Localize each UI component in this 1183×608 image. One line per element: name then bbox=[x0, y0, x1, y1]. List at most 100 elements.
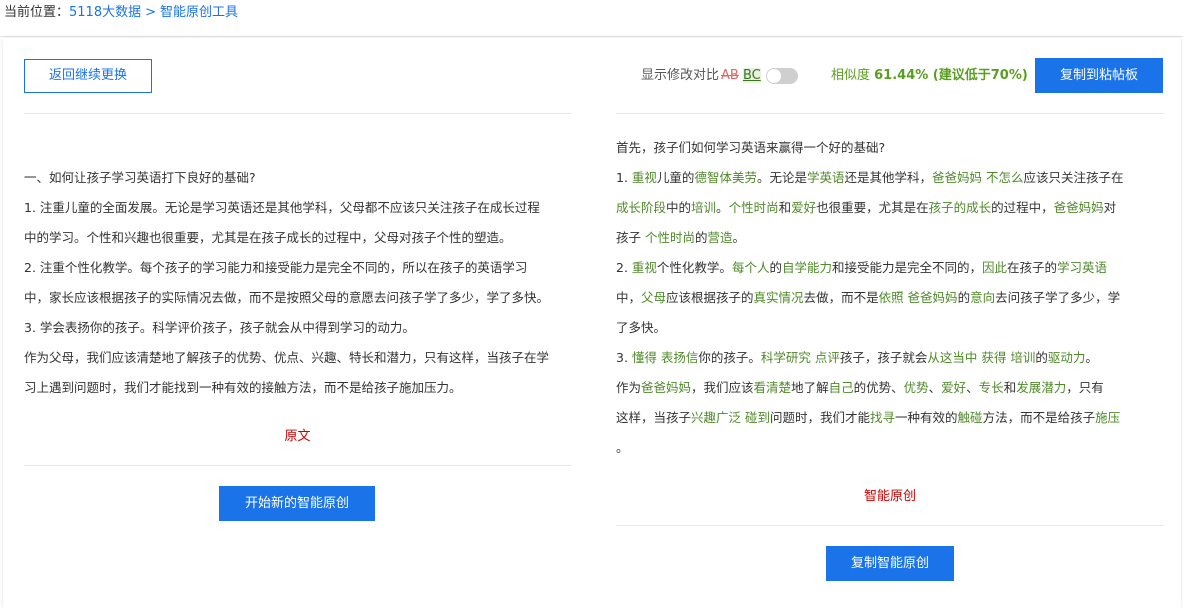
changed-phrase: 触碰 bbox=[957, 410, 983, 425]
rewritten-line: 2. 重视个性化教学。每个人的自学能力和接受能力是完全不同的，因此在孩子的学习英… bbox=[616, 253, 1124, 283]
original-text: 一、如何让孩子学习英语打下良好的基础? 1. 注重儿童的全面发展。无论是学习英语还… bbox=[24, 163, 549, 403]
changed-phrase: 因此 bbox=[982, 260, 1008, 275]
unchanged-text: 去问孩子学了多少，学 bbox=[995, 290, 1121, 305]
changed-phrase: 自学能力 bbox=[781, 260, 832, 275]
unchanged-text: 。无论是 bbox=[756, 170, 807, 185]
unchanged-text: 的 bbox=[769, 260, 782, 275]
breadcrumb-prefix: 当前位置： bbox=[4, 5, 70, 20]
unchanged-text: 1. bbox=[616, 170, 632, 185]
unchanged-text: 应该只关注孩子在 bbox=[1023, 170, 1124, 185]
diff-toggle-switch[interactable] bbox=[766, 68, 798, 84]
unchanged-text: 也很重要，尤其是在 bbox=[816, 200, 929, 215]
diff-ab-sample: AB bbox=[721, 68, 739, 83]
copy-to-clipboard-button[interactable]: 复制到粘帖板 bbox=[1035, 58, 1163, 93]
changed-phrase: 找寻 bbox=[870, 410, 896, 425]
rewritten-line: 成长阶段中的培训。个性时尚和爱好也很重要，尤其是在孩子的成长的过程中，爸爸妈妈对 bbox=[616, 193, 1124, 223]
rewritten-line: 孩子 个性时尚的营造。 bbox=[616, 223, 1124, 253]
original-line: 一、如何让孩子学习英语打下良好的基础? bbox=[24, 170, 256, 185]
changed-phrase: 爱好 bbox=[791, 200, 817, 215]
copy-rewrite-button[interactable]: 复制智能原创 bbox=[826, 546, 954, 581]
unchanged-text: 的 bbox=[957, 290, 971, 305]
unchanged-text: 首先，孩子们如何学习英语来赢得一个好的基础? bbox=[616, 140, 886, 155]
rewritten-line: 中，父母应该根据孩子的真实情况去做，而不是依照 爸爸妈妈的意向去问孩子学了多少，… bbox=[616, 283, 1124, 313]
rewritten-line: 这样，当孩子兴趣广泛 碰到问题时，我们才能找寻一种有效的触碰方法，而不是给孩子施… bbox=[616, 403, 1124, 433]
unchanged-text: 中的 bbox=[666, 200, 692, 215]
unchanged-text: 应该根据孩子的 bbox=[666, 290, 754, 305]
original-line: 2. 注重个性化教学。每个孩子的学习能力和接受能力是完全不同的，所以在孩子的英语… bbox=[24, 260, 528, 275]
changed-phrase: 学习英语 bbox=[1057, 260, 1108, 275]
rewritten-label: 智能原创 bbox=[863, 489, 916, 504]
changed-phrase: 驱动力 bbox=[1047, 350, 1086, 365]
changed-phrase: 真实情况 bbox=[753, 290, 804, 305]
original-line: 1. 注重儿童的全面发展。无论是学习英语还是其他学科，父母都不应该只关注孩子在成… bbox=[24, 200, 540, 215]
unchanged-text: 的 bbox=[1035, 350, 1048, 365]
changed-phrase: 重视 bbox=[631, 170, 657, 185]
unchanged-text: 个性化教学。 bbox=[656, 260, 732, 275]
start-new-rewrite-button[interactable]: 开始新的智能原创 bbox=[219, 486, 375, 521]
unchanged-text: 的过程中， bbox=[991, 200, 1054, 215]
similarity-indicator: 相似度 61.44% (建议低于70%) bbox=[831, 68, 1028, 84]
unchanged-text: 。 bbox=[1085, 350, 1098, 365]
back-continue-button[interactable]: 返回继续更换 bbox=[24, 59, 152, 93]
breadcrumb-home-link[interactable]: 5118大数据 bbox=[69, 5, 141, 20]
changed-phrase: 爸爸妈妈 不怎么 bbox=[932, 170, 1024, 185]
right-bottom-divider bbox=[616, 525, 1164, 526]
original-line: 习上遇到问题时，我们才能找到一种有效的接触方法，而不是给孩子施加压力。 bbox=[24, 380, 462, 395]
unchanged-text: 和 bbox=[778, 200, 792, 215]
rewritten-line: 3. 懂得 表扬信你的孩子。科学研究 点评孩子，孩子就会从这当中 获得 培训的驱… bbox=[616, 343, 1124, 373]
changed-phrase: 爸爸妈妈 bbox=[1053, 200, 1104, 215]
changed-phrase: 专长 bbox=[978, 380, 1004, 395]
changed-phrase: 意向 bbox=[970, 290, 996, 305]
changed-phrase: 科学研究 点评 bbox=[760, 350, 840, 365]
unchanged-text: 3. bbox=[616, 350, 632, 365]
unchanged-text: 。 bbox=[732, 230, 746, 245]
changed-phrase: 每个人 bbox=[731, 260, 770, 275]
rewritten-text: 首先，孩子们如何学习英语来赢得一个好的基础? 1. 重视儿童的德智体美劳。无论是学… bbox=[616, 133, 1124, 463]
unchanged-text: 。 bbox=[616, 440, 629, 455]
changed-phrase: 个性时尚 bbox=[644, 230, 695, 245]
changed-phrase: 培训 bbox=[691, 200, 717, 215]
unchanged-text: 一种有效的 bbox=[895, 410, 958, 425]
toggle-knob bbox=[767, 69, 781, 83]
unchanged-text: 作为 bbox=[616, 380, 642, 395]
unchanged-text: 还是其他学科， bbox=[844, 170, 932, 185]
unchanged-text: 方法，而不是给孩子 bbox=[982, 410, 1096, 425]
changed-phrase: 爸爸妈妈 bbox=[641, 380, 692, 395]
original-line: 3. 学会表扬你的孩子。科学评价孩子，孩子就会从中得到学习的动力。 bbox=[24, 320, 415, 335]
rewritten-line: 。 bbox=[616, 433, 1124, 463]
changed-phrase: 营造 bbox=[707, 230, 733, 245]
diff-toggle-label: 显示修改对比 AB BC bbox=[641, 68, 761, 84]
changed-phrase: 父母 bbox=[641, 290, 667, 305]
changed-phrase: 懂得 表扬信 bbox=[631, 350, 699, 365]
unchanged-text: 孩子，孩子就会 bbox=[839, 350, 928, 365]
unchanged-text: 2. bbox=[616, 260, 632, 275]
right-top-divider bbox=[616, 113, 1164, 114]
rewritten-line: 1. 重视儿童的德智体美劳。无论是学英语还是其他学科，爸爸妈妈 不怎么应该只关注… bbox=[616, 163, 1124, 193]
unchanged-text: 和接受能力是完全不同的， bbox=[831, 260, 982, 275]
changed-phrase: 德智体美劳 bbox=[694, 170, 757, 185]
rewritten-line: 首先，孩子们如何学习英语来赢得一个好的基础? bbox=[616, 133, 1124, 163]
similarity-prefix: 相似度 bbox=[831, 68, 875, 83]
diff-bc-sample: BC bbox=[742, 68, 761, 83]
breadcrumb-separator: > bbox=[145, 5, 157, 20]
unchanged-text: 对 bbox=[1103, 200, 1117, 215]
original-label: 原文 bbox=[284, 429, 311, 444]
rewritten-line: 了多快。 bbox=[616, 313, 1124, 343]
changed-phrase: 自己 bbox=[828, 380, 854, 395]
rewritten-line: 作为爸爸妈妈，我们应该看清楚地了解自己的优势、优势、爱好、专长和发展潜力，只有 bbox=[616, 373, 1124, 403]
unchanged-text: ，只有 bbox=[1066, 380, 1104, 395]
left-top-divider bbox=[24, 113, 571, 114]
changed-phrase: 成长阶段 bbox=[616, 200, 667, 215]
unchanged-text: 孩子 bbox=[616, 230, 645, 245]
unchanged-text: 中， bbox=[616, 290, 642, 305]
changed-phrase: 依照 爸爸妈妈 bbox=[878, 290, 958, 305]
changed-phrase: 个性时尚 bbox=[728, 200, 779, 215]
unchanged-text: ，我们应该 bbox=[691, 380, 754, 395]
original-line: 中，家长应该根据孩子的实际情况去做，而不是按照父母的意愿去问孩子学了多少，学了多… bbox=[24, 290, 550, 305]
breadcrumb-current-link[interactable]: 智能原创工具 bbox=[160, 5, 238, 20]
changed-phrase: 看清楚 bbox=[753, 380, 792, 395]
changed-phrase: 从这当中 获得 培训 bbox=[927, 350, 1036, 365]
changed-phrase: 优势 bbox=[903, 380, 929, 395]
changed-phrase: 重视 bbox=[631, 260, 657, 275]
original-line: 中的学习。个性和兴趣也很重要，尤其是在孩子成长的过程中，父母对孩子个性的塑造。 bbox=[24, 230, 512, 245]
